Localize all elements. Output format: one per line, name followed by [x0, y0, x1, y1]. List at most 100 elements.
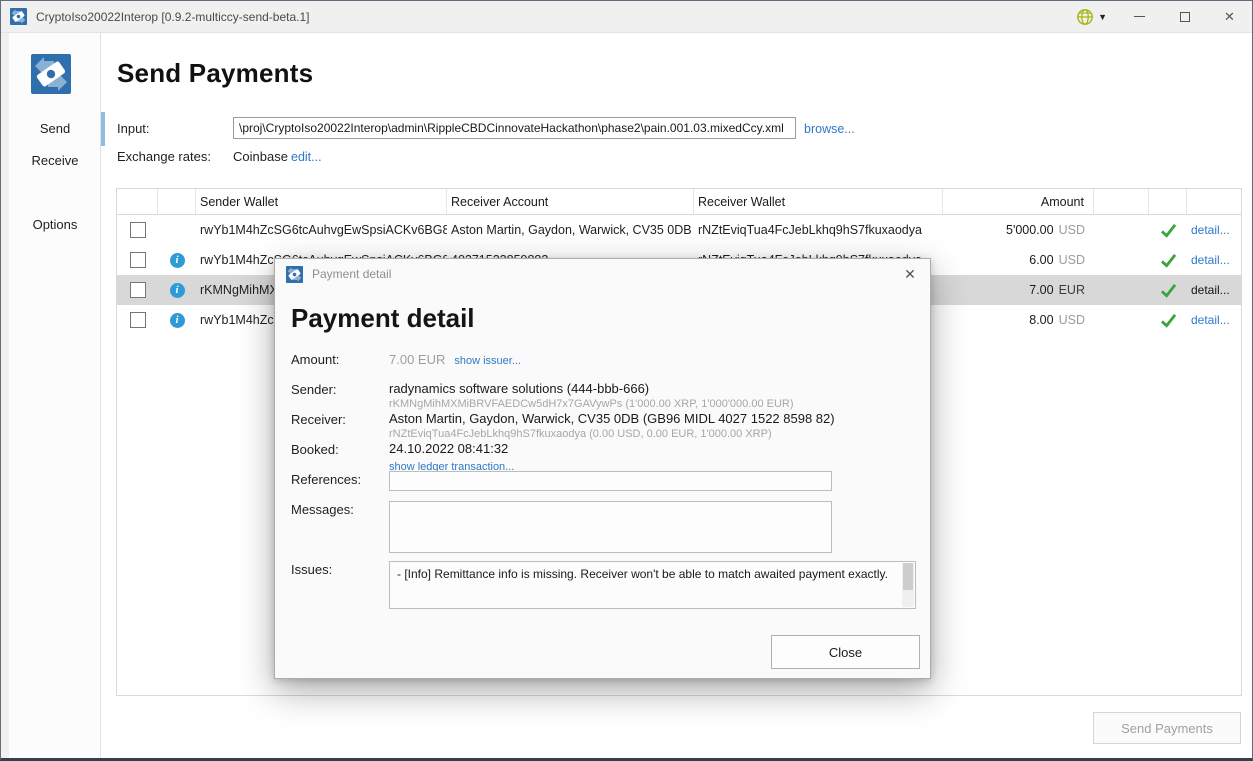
cell-select	[117, 305, 158, 335]
header-amount[interactable]: Amount	[943, 189, 1094, 214]
cell-amount: 7.00 EUR	[943, 275, 1094, 305]
dialog-app-icon	[286, 266, 303, 283]
cell-spacer	[1094, 275, 1149, 305]
header-sender-wallet[interactable]: Sender Wallet	[196, 189, 447, 214]
close-icon: ✕	[904, 266, 916, 283]
scrollbar[interactable]	[902, 563, 914, 607]
cell-detail: detail...	[1187, 215, 1241, 245]
detail-link[interactable]: detail...	[1191, 253, 1230, 267]
header-checkbox-col	[117, 189, 158, 214]
sender-wallet-balance: rKMNgMihMXMiBRVFAEDCw5dH7x7GAVywPs (1'00…	[389, 398, 918, 411]
row-checkbox[interactable]	[130, 282, 146, 298]
globe-icon	[1076, 8, 1094, 26]
header-receiver-wallet[interactable]: Receiver Wallet	[694, 189, 943, 214]
show-issuer-link[interactable]: show issuer...	[454, 355, 521, 367]
info-icon: i	[170, 313, 185, 328]
dialog-title-bar: Payment detail ✕	[275, 259, 930, 289]
input-label: Input:	[117, 121, 150, 136]
cell-info: i	[158, 305, 196, 335]
currency-code: USD	[1059, 223, 1085, 237]
cell-info	[158, 215, 196, 245]
cell-detail: detail...	[1187, 275, 1241, 305]
cell-amount: 5'000.00 USD	[943, 215, 1094, 245]
sidebar: Send Receive Options	[9, 33, 101, 758]
app-logo-icon	[10, 8, 27, 25]
maximize-button[interactable]	[1162, 1, 1207, 32]
messages-label: Messages:	[291, 501, 389, 517]
amount-label: Amount:	[291, 351, 389, 367]
success-check-icon	[1160, 313, 1177, 328]
cell-spacer	[1094, 245, 1149, 275]
exchange-rates-label: Exchange rates:	[117, 149, 211, 164]
exchange-provider-value: Coinbase	[233, 149, 288, 164]
dialog-heading: Payment detail	[291, 303, 475, 334]
booked-value: 24.10.2022 08:41:32	[389, 441, 918, 457]
amount-value: 7.00	[1029, 283, 1053, 297]
dialog-close-action-button[interactable]: Close	[771, 635, 920, 669]
row-checkbox[interactable]	[130, 312, 146, 328]
cell-detail: detail...	[1187, 305, 1241, 335]
row-checkbox[interactable]	[130, 252, 146, 268]
detail-link[interactable]: detail...	[1191, 223, 1230, 237]
info-icon: i	[170, 283, 185, 298]
amount-value: 5'000.00	[1006, 223, 1054, 237]
header-detail-col	[1187, 189, 1241, 214]
currency-code: USD	[1059, 253, 1085, 267]
header-receiver-account[interactable]: Receiver Account	[447, 189, 694, 214]
page-title: Send Payments	[117, 58, 313, 89]
cell-status	[1149, 275, 1187, 305]
references-field[interactable]	[389, 471, 832, 491]
cell-info: i	[158, 245, 196, 275]
currency-code: USD	[1059, 313, 1085, 327]
messages-field[interactable]	[389, 501, 832, 553]
issues-text: - [Info] Remittance info is missing. Rec…	[397, 567, 888, 581]
scrollbar-thumb[interactable]	[903, 563, 913, 590]
receiver-wallet-balance: rNZtEviqTua4FcJebLkhq9hS7fkuxaodya (0.00…	[389, 428, 918, 441]
chevron-down-icon: ▼	[1098, 12, 1107, 22]
detail-link[interactable]: detail...	[1191, 283, 1230, 297]
sidebar-item-options[interactable]: Options	[9, 217, 101, 232]
header-spacer-col	[1094, 189, 1149, 214]
minimize-icon	[1134, 16, 1145, 17]
input-file-field[interactable]	[233, 117, 796, 139]
dialog-close-button[interactable]: ✕	[890, 259, 930, 289]
app-logo	[31, 54, 71, 94]
cell-amount: 6.00 USD	[943, 245, 1094, 275]
amount-value: 8.00	[1029, 313, 1053, 327]
sidebar-item-send[interactable]: Send	[9, 121, 101, 136]
issues-box[interactable]: - [Info] Remittance info is missing. Rec…	[389, 561, 916, 609]
dialog-title: Payment detail	[312, 267, 391, 281]
success-check-icon	[1160, 283, 1177, 298]
cell-select	[117, 215, 158, 245]
sender-label: Sender:	[291, 381, 389, 397]
sidebar-item-receive[interactable]: Receive	[9, 153, 101, 168]
success-check-icon	[1160, 223, 1177, 238]
cell-status	[1149, 215, 1187, 245]
minimize-button[interactable]	[1117, 1, 1162, 32]
sender-value: radynamics software solutions (444-bbb-6…	[389, 381, 918, 397]
close-button[interactable]: ✕	[1207, 1, 1252, 32]
table-row[interactable]: rwYb1M4hZcSG6tcAuhvgEwSpsiACKv6BG8Aston …	[117, 215, 1241, 245]
payment-detail-dialog: Payment detail ✕ Payment detail Amount: …	[274, 258, 931, 679]
send-payments-button[interactable]: Send Payments	[1093, 712, 1241, 744]
row-checkbox[interactable]	[130, 222, 146, 238]
info-icon: i	[170, 253, 185, 268]
app-window: CryptoIso20022Interop [0.9.2-multiccy-se…	[0, 0, 1253, 761]
cell-receiver-account: Aston Martin, Gaydon, Warwick, CV35 0DB	[447, 215, 694, 245]
receiver-label: Receiver:	[291, 411, 389, 427]
cell-sender-wallet: rwYb1M4hZcSG6tcAuhvgEwSpsiACKv6BG8	[196, 215, 447, 245]
window-edge-strip	[1, 33, 9, 758]
amount-value: 7.00 EUR	[389, 352, 445, 367]
title-bar: CryptoIso20022Interop [0.9.2-multiccy-se…	[1, 1, 1252, 33]
cell-amount: 8.00 USD	[943, 305, 1094, 335]
currency-code: EUR	[1059, 283, 1085, 297]
browse-link[interactable]: browse...	[804, 122, 855, 136]
success-check-icon	[1160, 253, 1177, 268]
receiver-value: Aston Martin, Gaydon, Warwick, CV35 0DB …	[389, 411, 918, 427]
language-menu-button[interactable]: ▼	[1066, 1, 1117, 32]
detail-link[interactable]: detail...	[1191, 313, 1230, 327]
amount-value: 6.00	[1029, 253, 1053, 267]
edit-link[interactable]: edit...	[291, 150, 322, 164]
header-info-col	[158, 189, 196, 214]
active-tab-indicator	[101, 112, 105, 146]
